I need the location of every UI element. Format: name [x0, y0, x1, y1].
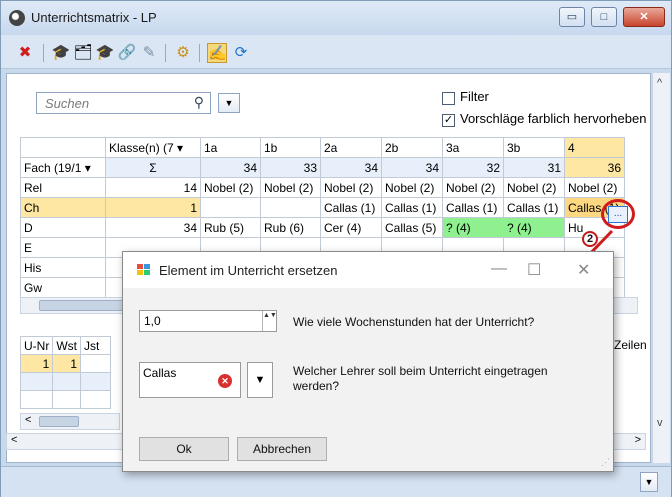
dialog-title-bar: Element im Unterricht ersetzen — ☐ ✕: [123, 252, 613, 288]
hours-stepper[interactable]: 1,0 ▲▼: [139, 310, 277, 332]
teacher-question: Welcher Lehrer soll beim Unterricht eing…: [293, 364, 548, 393]
clear-icon[interactable]: ✕: [218, 374, 232, 388]
hours-value[interactable]: 1,0: [144, 314, 161, 328]
replace-element-dialog: Element im Unterricht ersetzen — ☐ ✕ 1,0…: [122, 251, 614, 472]
dialog-close-button[interactable]: ✕: [577, 260, 590, 280]
dialog-maximize-button[interactable]: ☐: [527, 260, 541, 280]
dialog-minimize-button[interactable]: —: [491, 260, 507, 278]
dialog-body: 1,0 ▲▼ Wie viele Wochenstunden hat der U…: [123, 288, 613, 471]
ok-button[interactable]: Ok: [139, 437, 229, 461]
hours-question: Wie viele Wochenstunden hat der Unterric…: [293, 315, 535, 329]
dialog-app-icon: [137, 264, 151, 276]
teacher-dropdown-button[interactable]: ▼: [247, 362, 273, 398]
cancel-button[interactable]: Abbrechen: [237, 437, 327, 461]
teacher-value[interactable]: Callas: [143, 366, 176, 380]
dialog-title: Element im Unterricht ersetzen: [159, 263, 338, 278]
spin-arrows-icon[interactable]: ▲▼: [262, 311, 277, 331]
teacher-field[interactable]: Callas ✕: [139, 362, 241, 398]
resize-grip-icon[interactable]: ⋰: [601, 457, 610, 468]
